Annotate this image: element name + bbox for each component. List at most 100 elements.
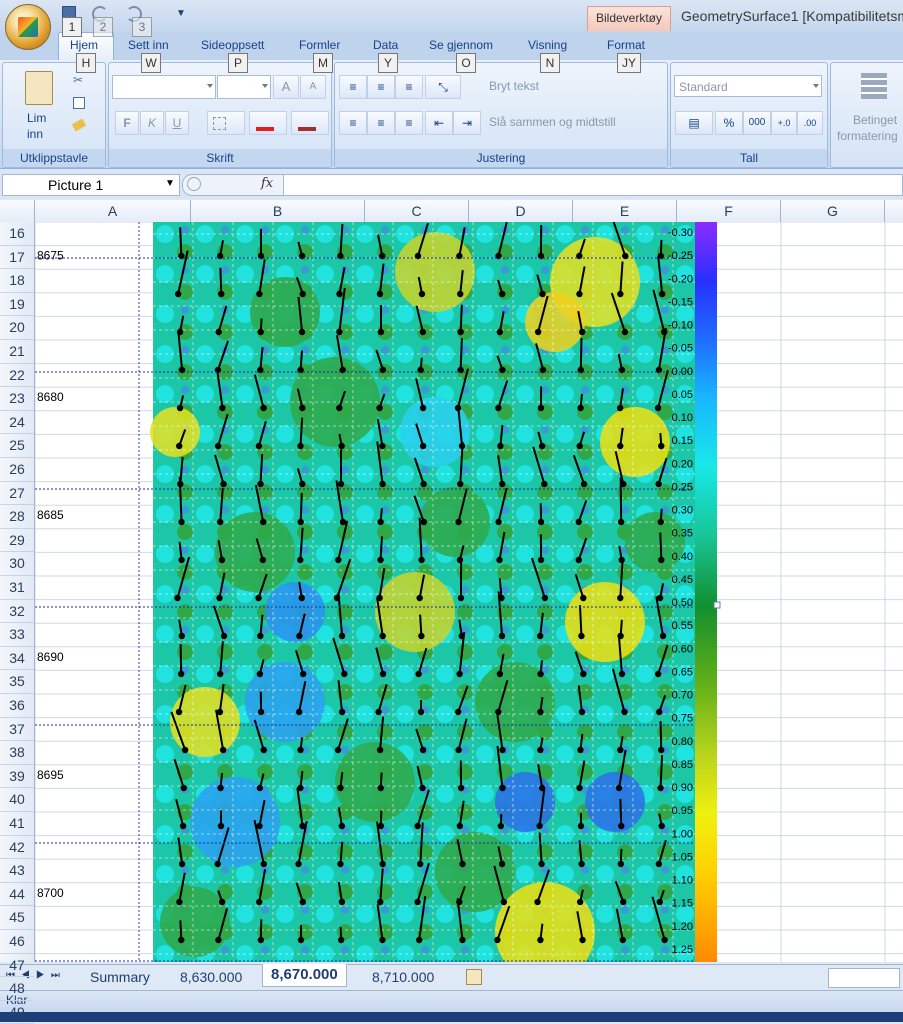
col-header-g[interactable]: G: [781, 200, 885, 222]
tab-hjem[interactable]: Hjem: [70, 38, 98, 52]
conditional-format-label-2[interactable]: formatering: [837, 129, 898, 143]
row-header-24[interactable]: 24: [0, 411, 34, 435]
surface-picture[interactable]: -0.30-0.25-0.20-0.15-0.10-0.050.000.050.…: [35, 222, 720, 962]
paste-label[interactable]: Lim: [27, 111, 46, 125]
align-middle-icon[interactable]: ≡: [367, 75, 395, 99]
col-header-a[interactable]: A: [35, 200, 191, 222]
row-header-35[interactable]: 35: [0, 670, 34, 694]
align-left-icon[interactable]: ≡: [339, 111, 367, 135]
row-header-18[interactable]: 18: [0, 269, 34, 293]
tab-visning[interactable]: Visning: [528, 38, 567, 52]
cell-a28[interactable]: 8685: [37, 508, 64, 522]
font-size-dropdown[interactable]: [217, 75, 271, 99]
row-header-32[interactable]: 32: [0, 600, 34, 624]
orientation-icon[interactable]: ⤡: [425, 75, 461, 99]
tab-formler[interactable]: Formler: [299, 38, 340, 52]
cell-a17[interactable]: 8675: [37, 249, 64, 263]
cell-a39[interactable]: 8695: [37, 768, 64, 782]
align-bottom-icon[interactable]: ≡: [395, 75, 423, 99]
increase-decimal-icon[interactable]: +.0: [771, 111, 797, 135]
row-header-41[interactable]: 41: [0, 812, 34, 836]
row-header-19[interactable]: 19: [0, 293, 34, 317]
bold-button[interactable]: F: [115, 111, 139, 135]
sheet-tab-8670-active[interactable]: 8,670.000: [262, 964, 347, 987]
number-format-dropdown[interactable]: Standard: [674, 75, 822, 97]
sheet-tab-summary[interactable]: Summary: [82, 966, 158, 988]
cell-a44[interactable]: 8700: [37, 886, 64, 900]
horizontal-scrollbar[interactable]: [828, 968, 900, 988]
sheet-tab-8710[interactable]: 8,710.000: [364, 966, 442, 988]
underline-button[interactable]: U: [165, 111, 189, 135]
cell-a34[interactable]: 8690: [37, 650, 64, 664]
name-box[interactable]: Picture 1 ▼: [2, 174, 180, 196]
row-header-26[interactable]: 26: [0, 458, 34, 482]
conditional-format-label[interactable]: Betinget: [853, 113, 897, 127]
tab-sett-inn[interactable]: Sett inn: [128, 38, 169, 52]
expand-icon[interactable]: [187, 177, 201, 191]
row-header-27[interactable]: 27: [0, 482, 34, 506]
tab-sideoppsett[interactable]: Sideoppsett: [201, 38, 264, 52]
row-header-30[interactable]: 30: [0, 552, 34, 576]
row-header-46[interactable]: 46: [0, 930, 34, 954]
row-header-39[interactable]: 39: [0, 765, 34, 789]
row-header-29[interactable]: 29: [0, 529, 34, 553]
row-header-40[interactable]: 40: [0, 788, 34, 812]
row-header-48[interactable]: 48: [0, 977, 34, 1001]
select-all-button[interactable]: [0, 200, 35, 222]
row-header-36[interactable]: 36: [0, 694, 34, 718]
paste-label-2[interactable]: inn: [27, 127, 43, 141]
office-button[interactable]: [5, 4, 51, 50]
shrink-font-button[interactable]: A: [300, 75, 326, 99]
picture-resize-handle[interactable]: [714, 602, 720, 608]
grow-font-button[interactable]: A: [273, 75, 299, 99]
row-header-25[interactable]: 25: [0, 434, 34, 458]
row-header-16[interactable]: 16: [0, 222, 34, 246]
font-color-button[interactable]: [291, 111, 329, 135]
row-header-17[interactable]: 17: [0, 246, 34, 270]
copy-icon[interactable]: [73, 97, 85, 109]
col-header-f[interactable]: F: [677, 200, 781, 222]
insert-function-button[interactable]: fx: [261, 176, 273, 191]
tab-data[interactable]: Data: [373, 38, 398, 52]
paste-icon[interactable]: [25, 71, 53, 105]
sheet-tab-8630[interactable]: 8,630.000: [172, 966, 250, 988]
row-header-23[interactable]: 23: [0, 387, 34, 411]
currency-icon[interactable]: ▤: [675, 111, 713, 135]
row-header-28[interactable]: 28: [0, 505, 34, 529]
row-header-37[interactable]: 37: [0, 718, 34, 742]
insert-sheet-icon[interactable]: [466, 969, 482, 985]
row-header-42[interactable]: 42: [0, 836, 34, 860]
name-box-dropdown-icon[interactable]: ▼: [165, 178, 175, 189]
row-header-47[interactable]: 47: [0, 954, 34, 978]
merge-center-button[interactable]: Slå sammen og midtstill: [489, 115, 616, 129]
col-header-c[interactable]: C: [365, 200, 469, 222]
formula-input[interactable]: [283, 174, 903, 196]
cell-a23[interactable]: 8680: [37, 390, 64, 404]
cut-icon[interactable]: ✂: [73, 73, 83, 87]
row-header-43[interactable]: 43: [0, 859, 34, 883]
row-header-31[interactable]: 31: [0, 576, 34, 600]
row-header-20[interactable]: 20: [0, 316, 34, 340]
row-header-49[interactable]: 49: [0, 1001, 34, 1024]
align-center-icon[interactable]: ≡: [367, 111, 395, 135]
align-top-icon[interactable]: ≡: [339, 75, 367, 99]
align-right-icon[interactable]: ≡: [395, 111, 423, 135]
italic-button[interactable]: K: [140, 111, 164, 135]
fill-color-button[interactable]: [249, 111, 287, 135]
row-header-22[interactable]: 22: [0, 364, 34, 388]
quick-access-customize-icon[interactable]: ▼: [176, 8, 186, 19]
row-header-33[interactable]: 33: [0, 623, 34, 647]
worksheet-grid[interactable]: -0.30-0.25-0.20-0.15-0.10-0.050.000.050.…: [35, 222, 903, 962]
thousands-button[interactable]: 000: [743, 111, 771, 135]
percent-button[interactable]: %: [715, 111, 743, 135]
conditional-format-icon[interactable]: [861, 73, 887, 99]
row-header-21[interactable]: 21: [0, 340, 34, 364]
row-header-38[interactable]: 38: [0, 741, 34, 765]
col-header-b[interactable]: B: [191, 200, 365, 222]
row-header-45[interactable]: 45: [0, 906, 34, 930]
col-header-d[interactable]: D: [469, 200, 573, 222]
tab-format[interactable]: Format: [607, 38, 645, 52]
row-header-34[interactable]: 34: [0, 647, 34, 671]
tab-se-gjennom[interactable]: Se gjennom: [429, 38, 493, 52]
format-painter-icon[interactable]: [72, 119, 86, 132]
